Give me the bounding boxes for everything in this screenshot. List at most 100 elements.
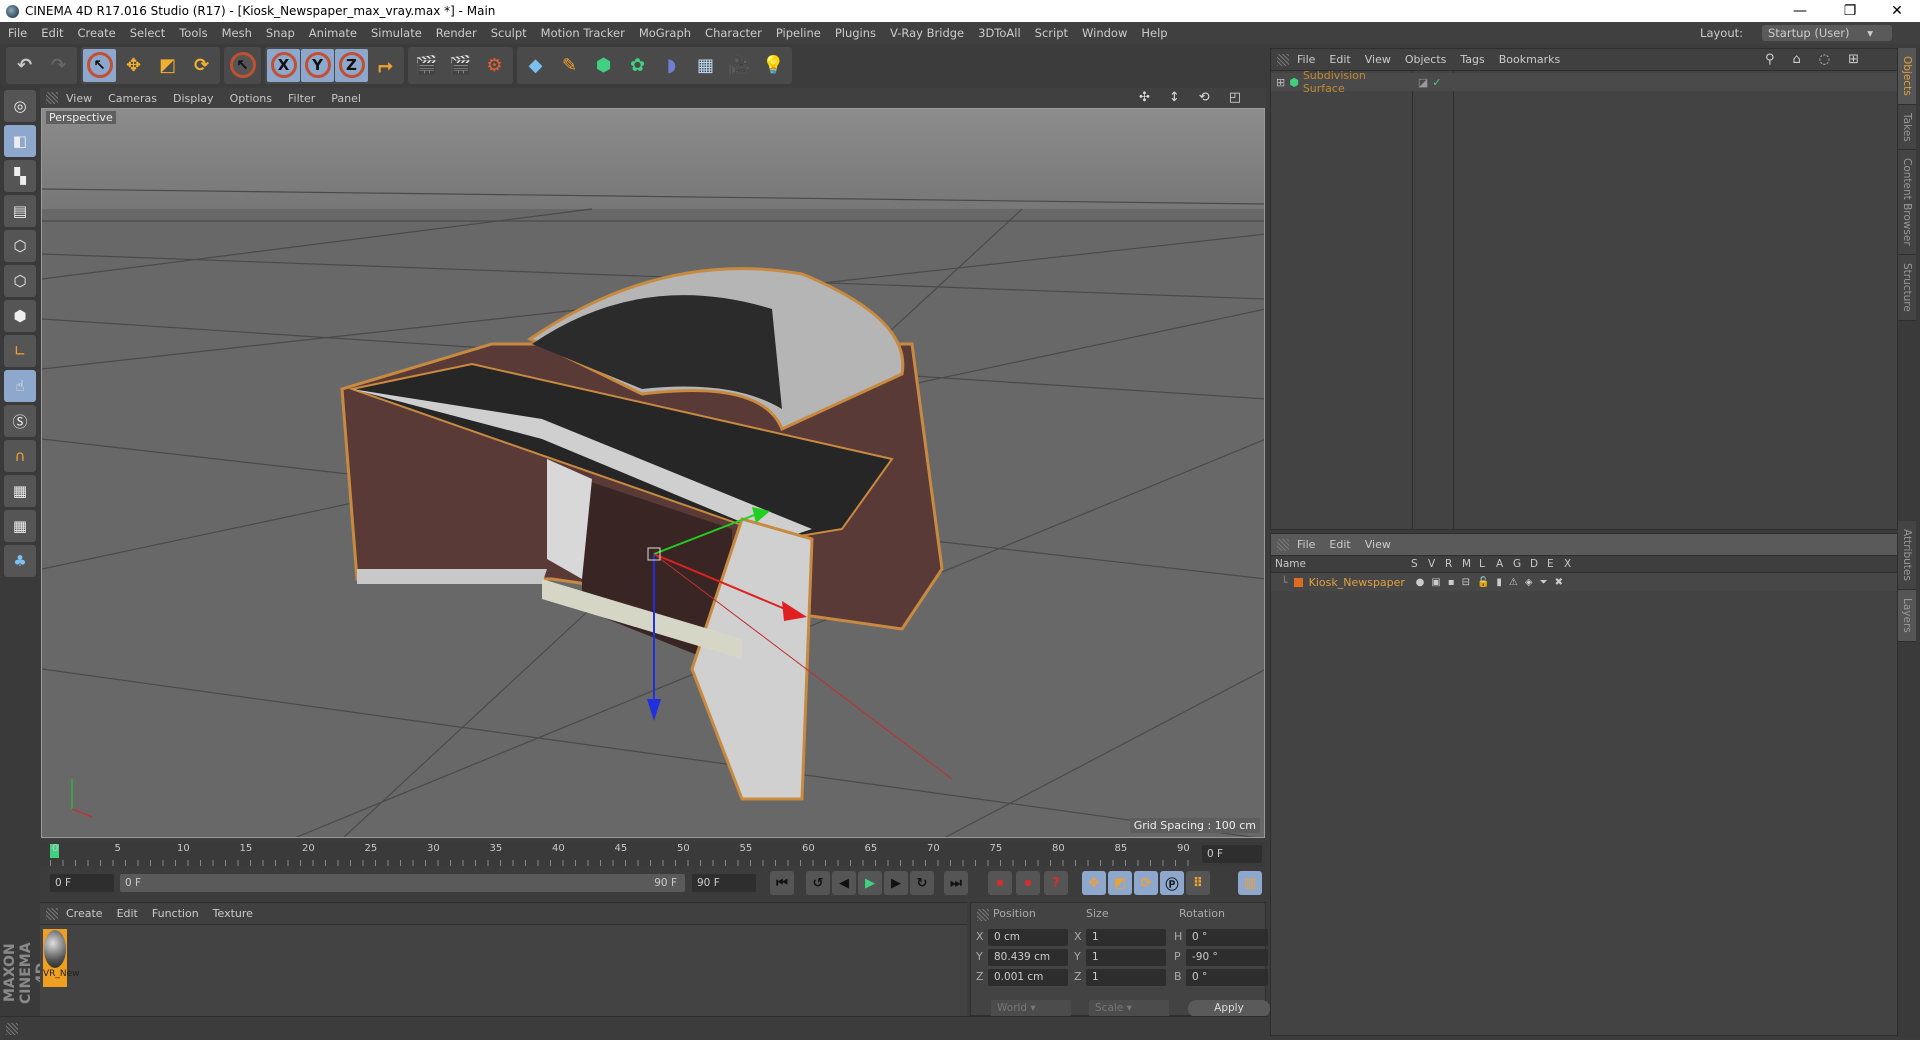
tweak-mode-icon[interactable]: ☝ — [4, 370, 36, 402]
mat-menu-create[interactable]: Create — [66, 907, 103, 920]
key-position-icon[interactable]: ✥ — [1082, 871, 1106, 895]
enabled-check-icon[interactable]: ✓ — [1432, 76, 1441, 89]
apply-button[interactable]: Apply — [1188, 1000, 1270, 1017]
frame-range-slider[interactable]: 0 F 90 F — [120, 874, 685, 892]
deformer-icon[interactable]: ◗ — [655, 49, 688, 82]
menu-3dtoall[interactable]: 3DToAll — [978, 26, 1021, 40]
x-axis-lock-button[interactable]: X — [267, 48, 300, 82]
snap-icon[interactable]: ∩ — [4, 440, 36, 472]
y-axis-lock-button[interactable]: Y — [301, 48, 334, 82]
render-settings-icon[interactable]: ⚙ — [478, 49, 511, 82]
coord-rot-field[interactable]: 0 ° — [1186, 929, 1268, 946]
viewport-menu-cameras[interactable]: Cameras — [108, 92, 157, 105]
key-scale-icon[interactable]: ◩ — [1108, 871, 1132, 895]
mat-menu-function[interactable]: Function — [152, 907, 199, 920]
polygons-mode-icon[interactable]: ⬢ — [4, 300, 36, 332]
live-selection-icon[interactable]: ↖ — [83, 48, 116, 82]
coord-pos-field[interactable]: 80.439 cm — [988, 949, 1068, 966]
grid-snap-icon[interactable]: ▦ — [4, 510, 36, 542]
dolly-icon[interactable]: ↕ — [1169, 90, 1183, 105]
menu-render[interactable]: Render — [436, 26, 477, 40]
points-mode-icon[interactable]: ⬡ — [4, 230, 36, 262]
next-keyframe-icon[interactable]: ↻ — [910, 871, 934, 895]
orbit-icon[interactable]: ⟲ — [1199, 90, 1213, 105]
layer-color-swatch[interactable] — [1293, 577, 1303, 587]
obj-menu-view[interactable]: View — [1365, 53, 1391, 66]
z-axis-lock-button[interactable]: Z — [335, 48, 368, 82]
viewport-menu-filter[interactable]: Filter — [288, 92, 315, 105]
key-parameter-icon[interactable]: Ⓟ — [1160, 871, 1184, 895]
mat-menu-edit[interactable]: Edit — [117, 907, 138, 920]
layer-menu-edit[interactable]: Edit — [1329, 538, 1350, 551]
obj-menu-objects[interactable]: Objects — [1405, 53, 1447, 66]
coord-size-field[interactable]: 1 — [1086, 969, 1166, 986]
go-to-start-icon[interactable]: ⏮ — [770, 871, 794, 895]
layer-menu-file[interactable]: File — [1297, 538, 1315, 551]
play-icon[interactable]: ▶ — [858, 871, 882, 895]
pen-spline-icon[interactable]: ✎ — [553, 49, 586, 82]
menu-vray-bridge[interactable]: V-Ray Bridge — [890, 26, 964, 40]
record-keys-icon[interactable]: ⏺ — [988, 871, 1012, 895]
edges-mode-icon[interactable]: ⬡ — [4, 265, 36, 297]
col-g[interactable]: G — [1513, 558, 1530, 570]
menu-tools[interactable]: Tools — [179, 26, 207, 40]
object-name[interactable]: Subdivision Surface — [1303, 69, 1408, 95]
cube-icon[interactable]: ◆ — [519, 49, 552, 82]
menu-mesh[interactable]: Mesh — [222, 26, 252, 40]
coord-size-field[interactable]: 1 — [1086, 949, 1166, 966]
col-x[interactable]: X — [1564, 558, 1581, 570]
workplane-lock-icon[interactable]: ▦ — [4, 475, 36, 507]
col-m[interactable]: M — [1462, 558, 1479, 570]
menu-mograph[interactable]: MoGraph — [639, 26, 691, 40]
pan-icon[interactable]: ✣ — [1139, 90, 1153, 105]
menu-animate[interactable]: Animate — [309, 26, 357, 40]
obj-menu-tags[interactable]: Tags — [1460, 53, 1484, 66]
viewport-menu-panel[interactable]: Panel — [331, 92, 361, 105]
menu-sculpt[interactable]: Sculpt — [491, 26, 527, 40]
light-icon[interactable]: 💡 — [757, 49, 790, 82]
end-frame-field[interactable]: 90 F — [692, 874, 756, 892]
layer-name[interactable]: Kiosk_Newspaper — [1309, 576, 1416, 589]
viewport-menu-options[interactable]: Options — [230, 92, 272, 105]
start-frame-field[interactable]: 0 F — [50, 874, 114, 892]
go-to-end-icon[interactable]: ⏭ — [944, 871, 968, 895]
render-view-icon[interactable]: 🎬 — [410, 49, 443, 82]
new-panel-icon[interactable]: ⊞ — [1848, 52, 1863, 67]
make-editable-icon[interactable]: ◎ — [4, 90, 36, 122]
coord-size-field[interactable]: 1 — [1086, 929, 1166, 946]
keyframe-selection-icon[interactable]: ? — [1044, 871, 1068, 895]
close-button[interactable]: ✕ — [1874, 0, 1920, 22]
timeline-window-icon[interactable]: ▥ — [1238, 871, 1262, 895]
floor-icon[interactable]: ▦ — [689, 49, 722, 82]
tab-takes[interactable]: Takes — [1898, 104, 1916, 151]
col-s[interactable]: S — [1411, 558, 1428, 570]
rotate-icon[interactable]: ⟳ — [185, 49, 218, 82]
menu-create[interactable]: Create — [78, 26, 116, 40]
coord-pos-field[interactable]: 0.001 cm — [988, 969, 1068, 986]
viewport-menu-view[interactable]: View — [66, 92, 92, 105]
col-e[interactable]: E — [1547, 558, 1564, 570]
coord-pos-field[interactable]: 0 cm — [988, 929, 1068, 946]
tab-structure[interactable]: Structure — [1898, 255, 1916, 321]
obj-menu-file[interactable]: File — [1297, 53, 1315, 66]
current-frame-field[interactable]: 0 F — [1202, 845, 1262, 863]
move-icon[interactable]: ✥ — [117, 49, 150, 82]
timeline-ruler[interactable]: 0 F 0 5 10 15 20 25 30 35 40 45 50 55 60 65 70 75 80 85 90 — [40, 842, 1266, 866]
search-icon[interactable]: ⚲ — [1765, 52, 1779, 67]
tab-objects[interactable]: Objects — [1898, 48, 1916, 105]
col-name[interactable]: Name — [1271, 558, 1411, 570]
home-icon[interactable]: ⌂ — [1792, 52, 1804, 67]
menu-pipeline[interactable]: Pipeline — [776, 26, 821, 40]
workplane-icon[interactable]: ▤ — [4, 195, 36, 227]
layer-row[interactable]: └ Kiosk_Newspaper ●▣▪⊟🔓▮⚠◈⏷✖ — [1271, 573, 1897, 591]
key-pla-icon[interactable]: ⠿ — [1186, 871, 1210, 895]
python-icon[interactable]: ♣ — [4, 545, 36, 577]
menu-select[interactable]: Select — [130, 26, 165, 40]
scale-icon[interactable]: ◩ — [151, 49, 184, 82]
col-r[interactable]: R — [1445, 558, 1462, 570]
menu-help[interactable]: Help — [1141, 26, 1167, 40]
tab-content-browser[interactable]: Content Browser — [1898, 150, 1916, 256]
tab-layers[interactable]: Layers — [1898, 589, 1916, 642]
material-swatch[interactable]: VR_New — [43, 929, 80, 987]
solo-icon[interactable]: Ⓢ — [4, 405, 36, 437]
